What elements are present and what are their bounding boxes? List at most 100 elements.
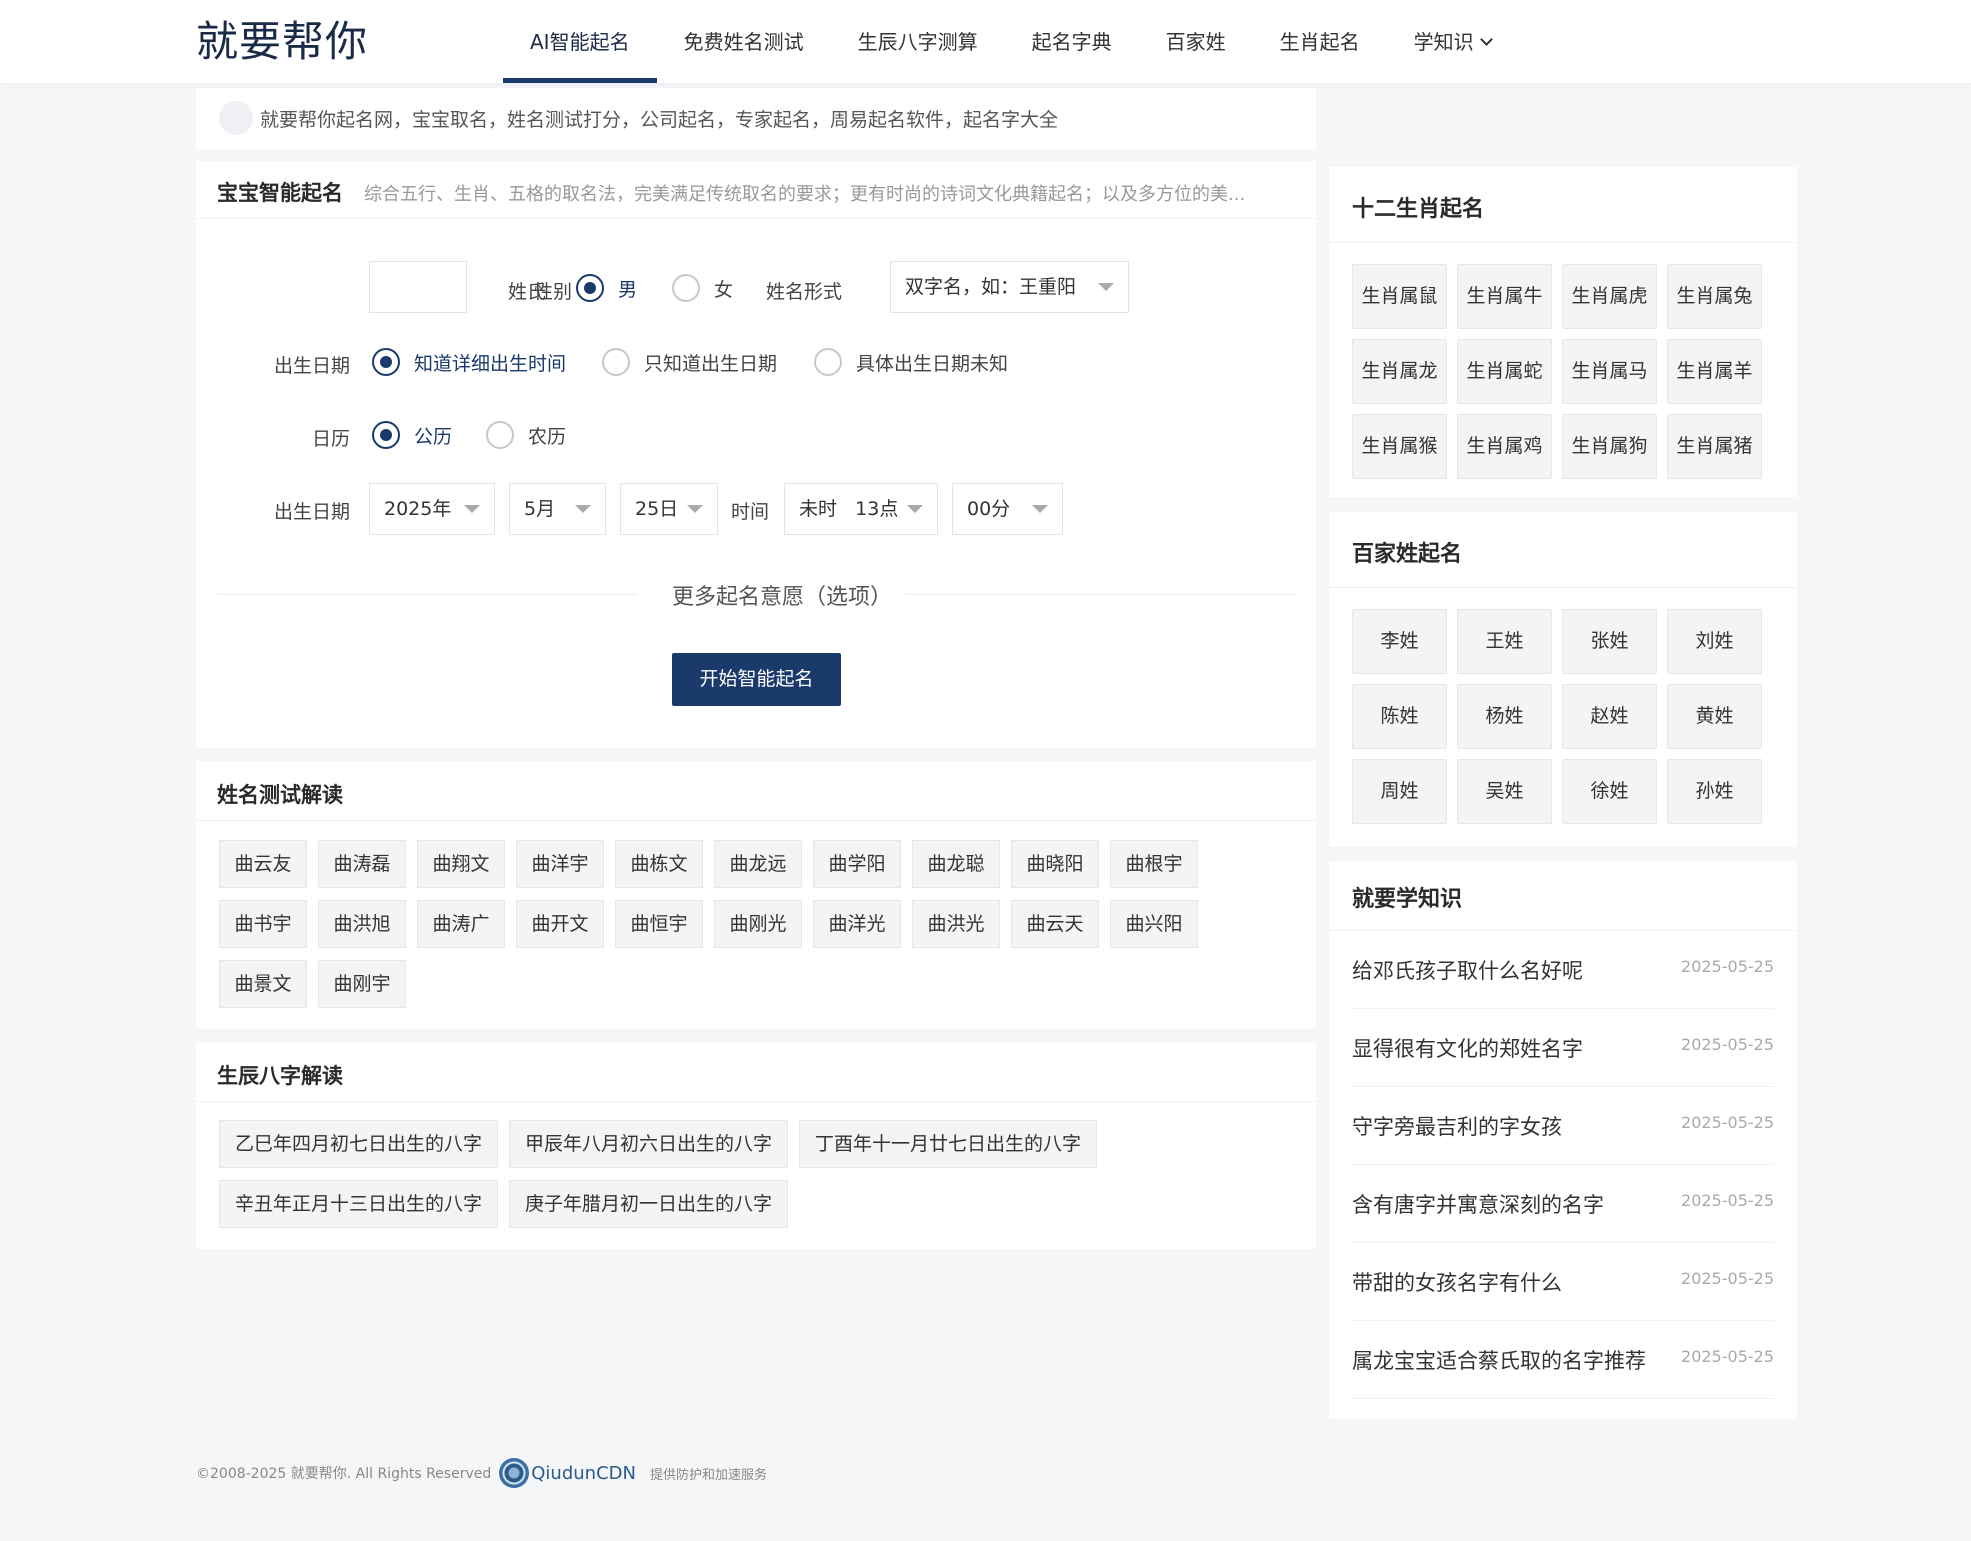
name-test-panel: 姓名测试解读 曲云友 曲涛磊 曲翔文 曲洋宇 曲栋文 曲龙远 曲学阳 曲龙聪 曲晓阳 曲根宇 曲书宇… [196,761,1316,1029]
article-item[interactable]: 给邓氏孩子取什么名好呢 2025-05-25 [1352,931,1774,1009]
zodiac-tag[interactable]: 生肖属狗 [1562,414,1657,479]
top-header: 就要帮你 AI智能起名 免费姓名测试 生辰八字测算 起名字典 百家姓 生肖起名 … [0,0,1971,83]
zodiac-tag[interactable]: 生肖属羊 [1667,339,1762,404]
nav-surnames[interactable]: 百家姓 [1139,0,1253,83]
cdn-name[interactable]: QiudunCDN [531,1463,636,1484]
nav-knowledge[interactable]: 学知识 [1387,0,1518,83]
site-logo[interactable]: 就要帮你 [196,18,368,66]
name-tag[interactable]: 曲洋光 [813,900,901,948]
nav-ai-naming[interactable]: AI智能起名 [503,0,657,83]
zodiac-tag[interactable]: 生肖属牛 [1457,264,1552,329]
radio-label: 男 [618,278,638,301]
caret-down-icon [687,505,703,513]
name-tag[interactable]: 曲兴阳 [1110,900,1198,948]
surname-tag[interactable]: 赵姓 [1562,684,1657,749]
article-title[interactable]: 带甜的女孩名字有什么 [1352,1267,1562,1297]
name-form-select[interactable]: 双字名，如：王重阳 [890,261,1129,313]
name-tag[interactable]: 曲开文 [516,900,604,948]
gender-female-radio[interactable]: 女 [672,274,733,302]
article-title[interactable]: 给邓氏孩子取什么名好呢 [1352,955,1583,985]
article-item[interactable]: 守字旁最吉利的字女孩 2025-05-25 [1352,1087,1774,1165]
article-item[interactable]: 显得很有文化的郑姓名字 2025-05-25 [1352,1009,1774,1087]
zodiac-tag[interactable]: 生肖属猪 [1667,414,1762,479]
article-title[interactable]: 守字旁最吉利的字女孩 [1352,1111,1562,1141]
birth-date-only-radio[interactable]: 只知道出生日期 [602,348,777,376]
zodiac-tag[interactable]: 生肖属蛇 [1457,339,1552,404]
name-tag[interactable]: 曲洪旭 [318,900,406,948]
select-value: 00分 [967,498,1011,520]
calendar-lunar-radio[interactable]: 农历 [486,421,566,449]
name-tag[interactable]: 曲龙远 [714,840,802,888]
zodiac-tag[interactable]: 生肖属虎 [1562,264,1657,329]
surname-tag[interactable]: 王姓 [1457,609,1552,674]
nav-dictionary[interactable]: 起名字典 [1005,0,1139,83]
name-tag[interactable]: 曲洪光 [912,900,1000,948]
gender-male-radio[interactable]: 男 [576,274,637,302]
name-tag[interactable]: 曲学阳 [813,840,901,888]
surname-tag[interactable]: 李姓 [1352,609,1447,674]
name-tag[interactable]: 曲景文 [219,960,307,1008]
article-item[interactable]: 属龙宝宝适合蔡氏取的名字推荐 2025-05-25 [1352,1321,1774,1399]
surname-tag[interactable]: 吴姓 [1457,759,1552,824]
article-title[interactable]: 显得很有文化的郑姓名字 [1352,1033,1583,1063]
start-naming-button[interactable]: 开始智能起名 [672,653,841,706]
article-item[interactable]: 含有唐字并寓意深刻的名字 2025-05-25 [1352,1165,1774,1243]
name-tag[interactable]: 曲翔文 [417,840,505,888]
calendar-solar-radio[interactable]: 公历 [372,421,452,449]
name-tag[interactable]: 曲晓阳 [1011,840,1099,888]
surname-tag[interactable]: 陈姓 [1352,684,1447,749]
surname-tag[interactable]: 徐姓 [1562,759,1657,824]
birth-known-label: 出生日期 [273,355,350,377]
hour-select[interactable]: 未时 13点 [784,483,938,535]
nav-zodiac[interactable]: 生肖起名 [1253,0,1387,83]
year-select[interactable]: 2025年 [369,483,495,535]
zodiac-tag[interactable]: 生肖属鸡 [1457,414,1552,479]
minute-select[interactable]: 00分 [952,483,1063,535]
surname-tag[interactable]: 杨姓 [1457,684,1552,749]
bazi-tag[interactable]: 庚子年腊月初一日出生的八字 [509,1180,789,1228]
article-date: 2025-05-25 [1681,1113,1774,1132]
name-tag[interactable]: 曲根宇 [1110,840,1198,888]
zodiac-tag[interactable]: 生肖属马 [1562,339,1657,404]
name-tag[interactable]: 曲云天 [1011,900,1099,948]
zodiac-tag[interactable]: 生肖属猴 [1352,414,1447,479]
name-tag[interactable]: 曲涛广 [417,900,505,948]
nav-bazi[interactable]: 生辰八字测算 [831,0,1005,83]
zodiac-tag[interactable]: 生肖属龙 [1352,339,1447,404]
surname-tag[interactable]: 孙姓 [1667,759,1762,824]
article-title[interactable]: 含有唐字并寓意深刻的名字 [1352,1189,1604,1219]
birth-known-detail-radio[interactable]: 知道详细出生时间 [372,348,566,376]
surname-tag[interactable]: 周姓 [1352,759,1447,824]
bazi-tag[interactable]: 乙巳年四月初七日出生的八字 [219,1120,499,1168]
more-wish-toggle[interactable]: 更多起名意愿（选项） [672,579,892,611]
radio-ring [576,274,604,302]
name-tag[interactable]: 曲涛磊 [318,840,406,888]
select-value: 5月 [524,498,556,520]
name-tag[interactable]: 曲刚宇 [318,960,406,1008]
month-select[interactable]: 5月 [509,483,606,535]
zodiac-tag[interactable]: 生肖属兔 [1667,264,1762,329]
zodiac-tag[interactable]: 生肖属鼠 [1352,264,1447,329]
surname-input[interactable] [369,261,467,313]
article-title[interactable]: 属龙宝宝适合蔡氏取的名字推荐 [1352,1345,1646,1375]
bazi-tag[interactable]: 丁酉年十一月廿七日出生的八字 [799,1120,1098,1168]
name-tag[interactable]: 曲书宇 [219,900,307,948]
surname-tag[interactable]: 黄姓 [1667,684,1762,749]
nav-name-test[interactable]: 免费姓名测试 [657,0,831,83]
bazi-tag[interactable]: 辛丑年正月十三日出生的八字 [219,1180,499,1228]
radio-ring [814,348,842,376]
name-tag[interactable]: 曲恒宇 [615,900,703,948]
article-item[interactable]: 带甜的女孩名字有什么 2025-05-25 [1352,1243,1774,1321]
birth-unknown-radio[interactable]: 具体出生日期未知 [814,348,1008,376]
bazi-tag[interactable]: 甲辰年八月初六日出生的八字 [509,1120,789,1168]
name-tag[interactable]: 曲刚光 [714,900,802,948]
panel-title: 宝宝智能起名 [217,181,343,205]
name-tag[interactable]: 曲栋文 [615,840,703,888]
surname-tag[interactable]: 张姓 [1562,609,1657,674]
name-tag[interactable]: 曲龙聪 [912,840,1000,888]
article-date: 2025-05-25 [1681,957,1774,976]
name-tag[interactable]: 曲云友 [219,840,307,888]
surname-tag[interactable]: 刘姓 [1667,609,1762,674]
name-tag[interactable]: 曲洋宇 [516,840,604,888]
day-select[interactable]: 25日 [620,483,718,535]
